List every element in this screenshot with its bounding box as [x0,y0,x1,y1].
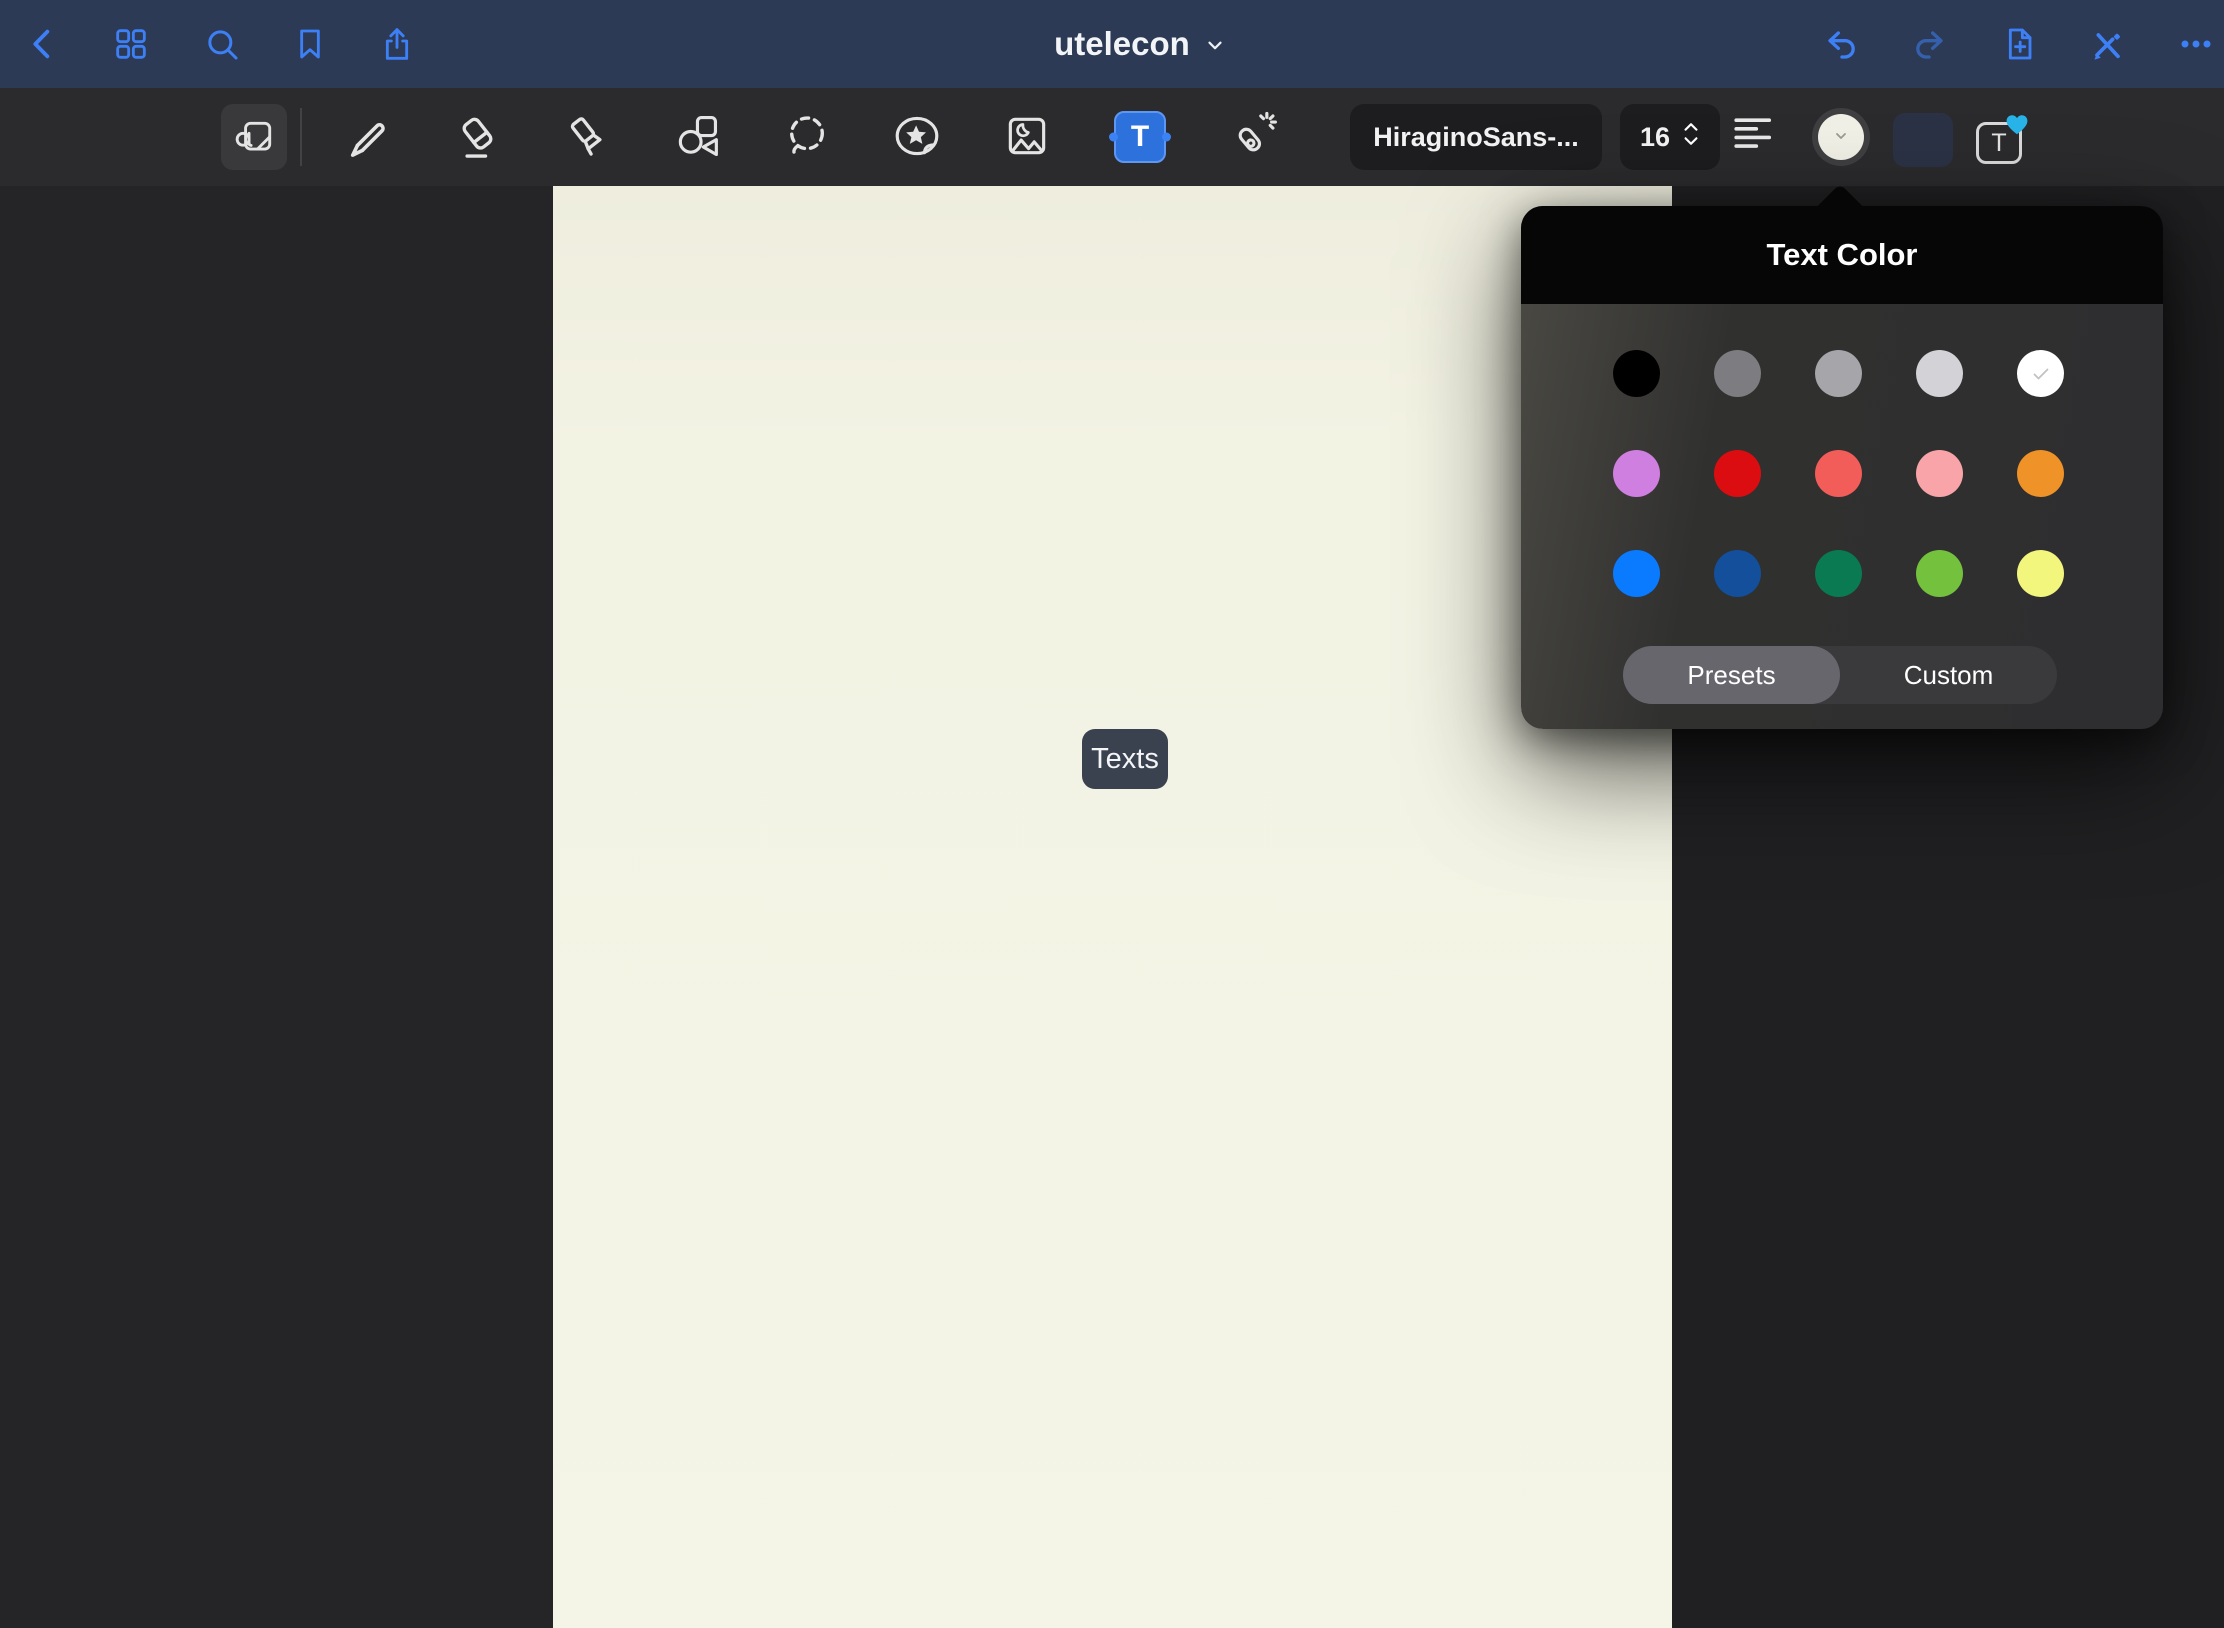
font-size-stepper[interactable]: 16 [1620,104,1720,170]
align-left-icon [1729,108,1775,154]
text-color-button[interactable] [1812,108,1870,166]
add-page-icon [1999,24,2039,64]
color-swatch-yellow[interactable] [2017,550,2064,597]
text-background-color-button[interactable] [1893,113,1953,167]
current-text-color-swatch [1818,114,1864,160]
redo-icon [1909,24,1949,64]
color-swatch-orange[interactable] [2017,450,2064,497]
popover-header: Text Color [1521,206,2163,304]
share-button[interactable] [375,22,419,66]
undo-button[interactable] [1820,22,1864,66]
text-color-popover: Text Color Presets Custom [1521,206,2163,729]
add-page-button[interactable] [1997,22,2041,66]
text-align-button[interactable] [1730,109,1774,153]
document-title-button[interactable]: utelecon [1020,0,1260,88]
font-family-value: HiraginoSans-... [1373,122,1579,153]
color-swatch-salmon[interactable] [1815,450,1862,497]
laser-pointer-icon [1225,109,1279,166]
favorite-text-style-button[interactable]: T [1972,112,2030,166]
color-swatch-light-gray[interactable] [1916,350,1963,397]
bookmark-icon [290,24,330,64]
undo-icon [1822,24,1862,64]
stylus-disabled-icon [2088,24,2128,64]
bookmark-button[interactable] [288,22,332,66]
color-swatch-white[interactable] [2017,350,2064,397]
elements-sticker-icon [890,109,944,166]
image-tool-button[interactable] [999,109,1055,165]
color-swatch-gray[interactable] [1815,350,1862,397]
checkmark-icon [2029,362,2053,386]
popover-title: Text Color [1767,237,1918,273]
document-title: utelecon [1054,25,1190,63]
elements-tool-button[interactable] [889,109,945,165]
shapes-tool-button[interactable] [669,109,725,165]
presets-tab[interactable]: Presets [1623,646,1840,704]
color-swatch-navy[interactable] [1714,550,1761,597]
color-swatch-grid [1613,350,2064,597]
color-swatch-blue[interactable] [1613,550,1660,597]
color-swatch-black[interactable] [1613,350,1660,397]
image-icon [1000,109,1054,166]
redo-button[interactable] [1907,22,1951,66]
shapes-icon [670,109,724,166]
highlighter-tool-button[interactable] [559,109,615,165]
share-icon [377,24,417,64]
pen-icon [339,109,393,166]
color-swatch-green[interactable] [1815,550,1862,597]
eraser-tool-button[interactable] [449,109,505,165]
search-button[interactable] [200,22,244,66]
presets-custom-segmented-control: Presets Custom [1623,646,2057,704]
back-icon [23,24,63,64]
note-page[interactable] [553,186,1672,1628]
lasso-tool-button[interactable] [779,109,835,165]
chevron-down-icon [1204,34,1226,61]
highlighter-icon [560,109,614,166]
selected-text-object[interactable]: Texts [1082,729,1168,789]
pen-tool-button[interactable] [338,109,394,165]
eraser-icon [450,109,504,166]
color-swatch-red[interactable] [1714,450,1761,497]
lasso-icon [780,109,834,166]
canvas-stage: Texts Text Color Presets Custom [0,186,2224,1628]
notes-app: utelecon [0,0,2224,1628]
stylus-toggle-button[interactable] [2086,22,2130,66]
text-tool-icon: T [1131,122,1149,152]
font-family-button[interactable]: HiraginoSans-... [1350,104,1602,170]
selected-text-label: Texts [1091,743,1159,776]
page-mode-icon [231,113,277,162]
search-icon [202,24,242,64]
custom-tab[interactable]: Custom [1840,646,2057,704]
canvas-margin-left [0,186,553,1628]
font-size-value: 16 [1640,122,1670,153]
color-swatch-pink[interactable] [1916,450,1963,497]
top-navigation-bar: utelecon [0,0,2224,88]
stepper-chevrons-icon [1682,121,1700,154]
more-icon [2176,24,2216,64]
text-tool-button[interactable]: T [1114,111,1166,163]
color-swatch-purple[interactable] [1613,450,1660,497]
back-button[interactable] [21,22,65,66]
page-thumbnails-button[interactable] [109,22,153,66]
toolbar-divider [300,108,302,166]
popover-arrow [1812,186,1868,206]
heart-icon [2003,110,2031,139]
laser-pointer-tool-button[interactable] [1224,109,1280,165]
chevron-down-icon [1832,127,1850,148]
more-button[interactable] [2174,22,2218,66]
editing-toolbar: T HiraginoSans-... 16 T [0,88,2224,186]
pages-grid-icon [111,24,151,64]
color-swatch-light-green[interactable] [1916,550,1963,597]
color-swatch-dark-gray[interactable] [1714,350,1761,397]
page-mode-button[interactable] [221,104,287,170]
